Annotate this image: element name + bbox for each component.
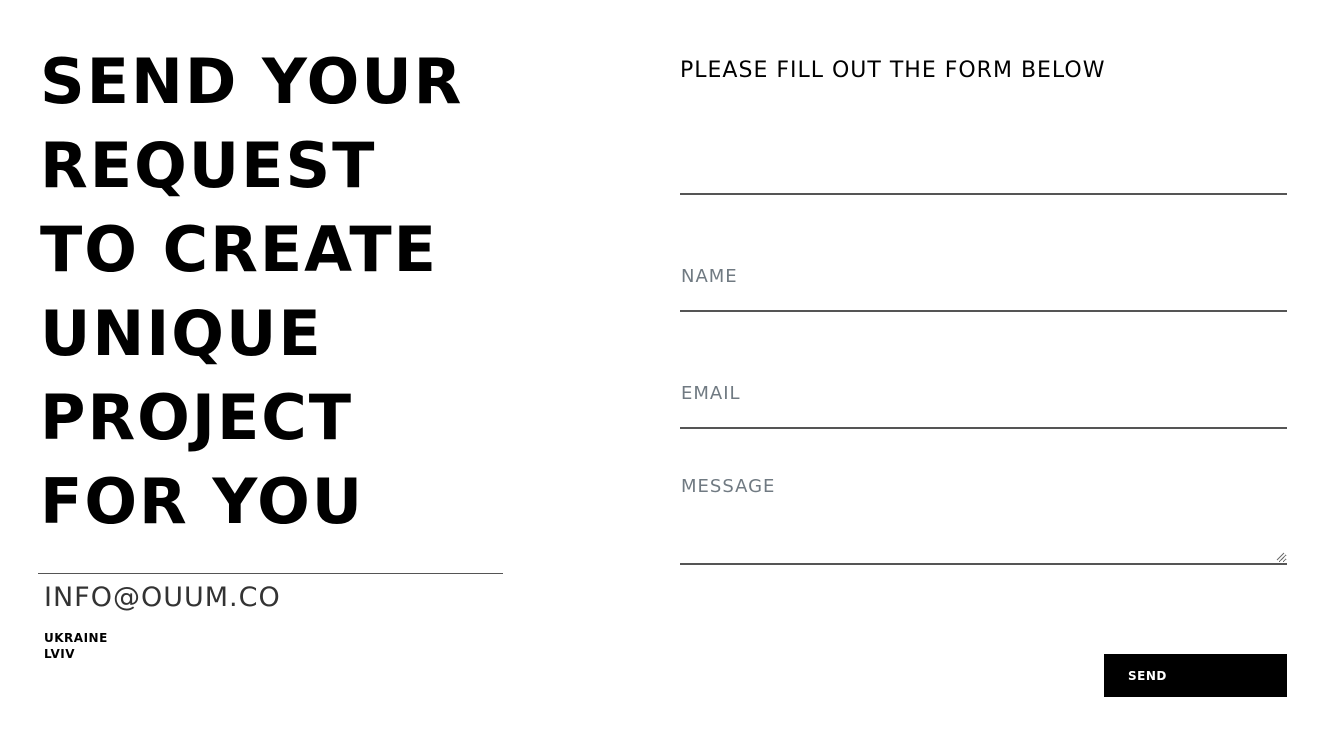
form-title: PLEASE FILL OUT THE FORM BELOW bbox=[680, 58, 1106, 83]
email-input[interactable] bbox=[680, 347, 1287, 427]
form-field-email bbox=[680, 347, 1287, 429]
headline-line: TO CREATE bbox=[40, 213, 438, 286]
location-city: LVIV bbox=[44, 647, 76, 661]
headline-line: PROJECT bbox=[40, 381, 354, 454]
send-button[interactable]: SEND bbox=[1104, 654, 1287, 697]
headline-line: FOR YOU bbox=[40, 465, 365, 538]
form-field-message bbox=[680, 464, 1287, 565]
headline-line: UNIQUE bbox=[40, 297, 323, 370]
location-block: UKRAINE LVIV bbox=[44, 630, 108, 662]
name-input[interactable] bbox=[680, 230, 1287, 310]
contact-email-link[interactable]: INFO@OUUM.CO bbox=[44, 582, 281, 613]
contact-divider bbox=[38, 573, 503, 574]
location-country: UKRAINE bbox=[44, 631, 108, 645]
form-field-name bbox=[680, 230, 1287, 312]
message-textarea[interactable] bbox=[680, 464, 1287, 563]
contact-form: PLEASE FILL OUT THE FORM BELOW SEND bbox=[680, 0, 1287, 739]
headline-line: REQUEST bbox=[40, 129, 377, 202]
blank-input[interactable] bbox=[680, 140, 1287, 193]
headline-line: SEND YOUR bbox=[40, 45, 464, 118]
request-section: SEND YOUR REQUEST TO CREATE UNIQUE PROJE… bbox=[40, 40, 510, 544]
page-headline: SEND YOUR REQUEST TO CREATE UNIQUE PROJE… bbox=[40, 40, 510, 544]
form-field-blank bbox=[680, 140, 1287, 195]
